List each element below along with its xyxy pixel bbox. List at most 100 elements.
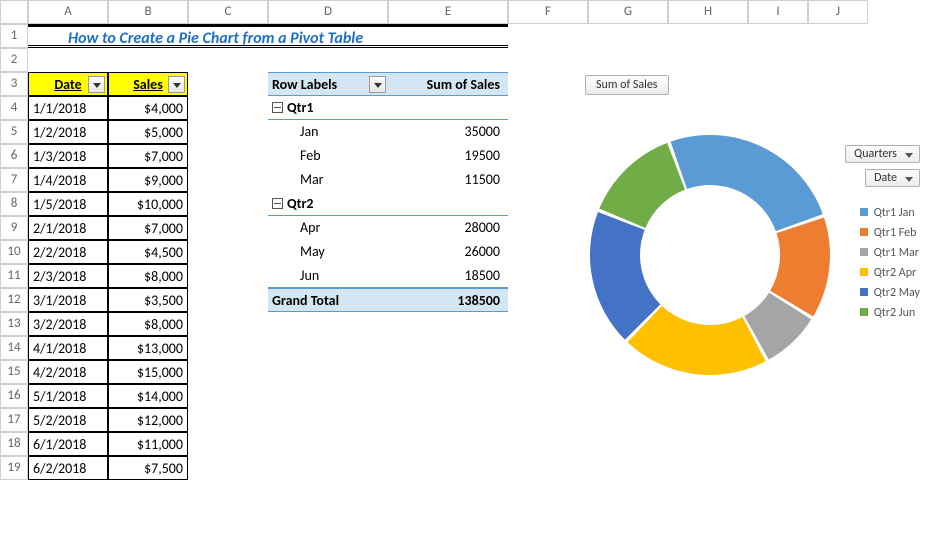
pivot-values-header: Sum of Sales [388,72,508,96]
legend-swatch [860,248,868,256]
table-row[interactable]: 6/2/2018 [28,456,108,480]
row-header-4[interactable]: 4 [0,96,28,120]
pivot-row[interactable]: Feb [268,144,388,168]
col-header-B[interactable]: B [108,0,188,24]
col-header-G[interactable]: G [588,0,668,24]
row-header-16[interactable]: 16 [0,384,28,408]
table-row[interactable]: 1/4/2018 [28,168,108,192]
row-header-9[interactable]: 9 [0,216,28,240]
table-row[interactable]: 2/1/2018 [28,216,108,240]
table-row[interactable]: $8,000 [108,312,188,336]
legend-label: Qtr1 Jan [874,206,915,220]
table-row[interactable]: $7,500 [108,456,188,480]
col-header-D[interactable]: D [268,0,388,24]
table-row[interactable]: 5/1/2018 [28,384,108,408]
row-header-7[interactable]: 7 [0,168,28,192]
pivot-value: 26000 [388,240,508,264]
table-row[interactable]: 1/1/2018 [28,96,108,120]
pivot-grand-total-value: 138500 [388,288,508,312]
table-row[interactable]: 2/3/2018 [28,264,108,288]
chart-legend: Qtr1 Jan Qtr1 Feb Qtr1 Mar Qtr2 Apr Qtr2… [860,200,920,326]
table-row[interactable]: 5/2/2018 [28,408,108,432]
table-row[interactable]: $4,500 [108,240,188,264]
table-row[interactable]: $10,000 [108,192,188,216]
row-header-2[interactable]: 2 [0,48,28,72]
row-header-19[interactable]: 19 [0,456,28,480]
pivot-row[interactable]: Mar [268,168,388,192]
table-row[interactable]: 1/3/2018 [28,144,108,168]
table-row[interactable]: 4/1/2018 [28,336,108,360]
legend-label: Qtr1 Mar [874,246,919,260]
table-row[interactable]: $12,000 [108,408,188,432]
donut-chart [570,115,850,395]
row-header-15[interactable]: 15 [0,360,28,384]
table-row[interactable]: 3/2/2018 [28,312,108,336]
pivot-value: 11500 [388,168,508,192]
chart-values-button[interactable]: Sum of Sales [585,75,669,95]
pivot-row[interactable]: Jan [268,120,388,144]
row-header-17[interactable]: 17 [0,408,28,432]
select-all-corner[interactable] [0,0,28,24]
row-header-5[interactable]: 5 [0,120,28,144]
col-header-F[interactable]: F [508,0,588,24]
pivot-row-labels-header[interactable]: Row Labels [268,72,388,96]
col-header-C[interactable]: C [188,0,268,24]
row-header-3[interactable]: 3 [0,72,28,96]
filter-button-rowlabels[interactable] [369,76,386,93]
legend-swatch [860,268,868,276]
pivot-chart[interactable]: Sum of Sales Quarters Date Qtr1 Jan Qtr1… [580,75,920,440]
row-header-18[interactable]: 18 [0,432,28,456]
table-row[interactable]: $8,000 [108,264,188,288]
legend-swatch [860,308,868,316]
row-header-8[interactable]: 8 [0,192,28,216]
row-header-13[interactable]: 13 [0,312,28,336]
pivot-value: 18500 [388,264,508,288]
page-title: How to Create a Pie Chart from a Pivot T… [28,24,508,48]
table-header-sales[interactable]: Sales [108,72,188,96]
table-row[interactable]: $3,500 [108,288,188,312]
table-row[interactable]: $13,000 [108,336,188,360]
collapse-icon[interactable] [272,102,283,113]
legend-label: Qtr1 Feb [874,226,917,240]
table-row[interactable]: $5,000 [108,120,188,144]
col-header-J[interactable]: J [808,0,868,24]
table-row[interactable]: 1/2/2018 [28,120,108,144]
table-row[interactable]: $4,000 [108,96,188,120]
legend-label: Qtr2 May [874,286,920,300]
table-row[interactable]: $7,000 [108,216,188,240]
col-header-I[interactable]: I [748,0,808,24]
col-header-E[interactable]: E [388,0,508,24]
table-row[interactable]: $7,000 [108,144,188,168]
row-header-1[interactable]: 1 [0,24,28,48]
row-header-6[interactable]: 6 [0,144,28,168]
row-header-14[interactable]: 14 [0,336,28,360]
table-row[interactable]: 4/2/2018 [28,360,108,384]
collapse-icon[interactable] [272,198,283,209]
legend-label: Qtr2 Apr [874,266,917,280]
table-row[interactable]: $9,000 [108,168,188,192]
filter-button-date[interactable] [88,76,105,93]
table-row[interactable]: 3/1/2018 [28,288,108,312]
filter-button-sales[interactable] [168,76,185,93]
chart-date-button[interactable]: Date [865,169,920,187]
table-row[interactable]: $11,000 [108,432,188,456]
row-header-12[interactable]: 12 [0,288,28,312]
table-header-date[interactable]: Date [28,72,108,96]
chart-quarters-button[interactable]: Quarters [845,145,920,163]
pivot-row[interactable]: May [268,240,388,264]
legend-label: Qtr2 Jun [874,306,916,320]
table-row[interactable]: $15,000 [108,360,188,384]
pivot-row[interactable]: Jun [268,264,388,288]
col-header-H[interactable]: H [668,0,748,24]
row-header-11[interactable]: 11 [0,264,28,288]
pivot-group-qtr1[interactable]: Qtr1 [268,96,388,120]
table-row[interactable]: 6/1/2018 [28,432,108,456]
table-row[interactable]: 1/5/2018 [28,192,108,216]
pivot-group-qtr2[interactable]: Qtr2 [268,192,388,216]
table-row[interactable]: 2/2/2018 [28,240,108,264]
row-header-10[interactable]: 10 [0,240,28,264]
table-row[interactable]: $14,000 [108,384,188,408]
col-header-A[interactable]: A [28,0,108,24]
pivot-row[interactable]: Apr [268,216,388,240]
pivot-value: 35000 [388,120,508,144]
